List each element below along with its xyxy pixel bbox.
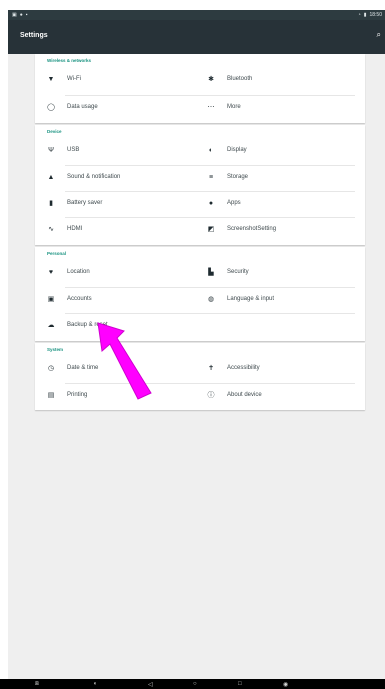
status-bar: ▣ ● ▪ ◔ ▮ 18:50 [8,10,385,20]
photo-icon: ▣ [12,12,17,18]
info-icon: ⓘ [207,392,215,399]
lock-icon: ▙ [208,269,214,276]
battery-icon: ▮ [49,200,53,207]
battery-icon: ▮ [363,12,367,18]
section-system: System ◷ Date & time ✝ Accessibility ▤ P… [35,343,365,410]
settings-item-label: Accounts [67,296,92,302]
settings-item-label: Bluetooth [227,76,253,82]
status-left: ▣ ● ▪ [12,12,28,18]
clock-icon: ◷ [47,365,55,372]
recents-icon[interactable]: □ [238,681,242,687]
settings-item-label: Printing [67,392,88,398]
status-right: ◔ ▮ 18:50 [358,12,382,18]
storage-icon: ≡ [208,174,214,181]
settings-item-label: Location [67,269,90,275]
settings-item-label: Date & time [67,365,99,371]
usb-icon: Ψ [48,147,54,154]
section-header-device: Device [47,129,62,134]
divider [65,165,355,166]
settings-item-label: Display [227,147,247,153]
bell-icon: ▲ [47,174,55,181]
magenta-arrow-icon [97,322,152,400]
settings-item-label: USB [67,147,80,153]
globe-icon: ◍ [207,296,215,303]
navigation-bar: ⧈ ◖ ◁ ○ □ ◉ [0,679,385,689]
settings-item-label: ScreenshotSetting [227,226,277,232]
divider [65,287,355,288]
settings-item-label: Apps [227,200,241,206]
back-icon[interactable]: ◁ [148,681,153,688]
page-title: Settings [20,32,48,39]
settings-screen: ▣ ● ▪ ◔ ▮ 18:50 Settings ⌕ Wireless & ne… [8,10,385,679]
wifi-icon: ▼ [47,76,55,83]
settings-item-label: Accessibility [227,365,260,371]
more-icon: ⋯ [207,104,215,111]
section-header-wireless: Wireless & networks [47,58,91,63]
section-header-system: System [47,347,64,352]
volume-up-icon[interactable]: ◉ [283,681,288,688]
section-device: Device Ψ USB ◐ Display ▲ Sound & notific… [35,125,365,245]
section-wireless-networks: Wireless & networks ▼ Wi-Fi ✱ Bluetooth … [35,54,365,123]
search-icon[interactable]: ⌕ [377,30,381,40]
settings-item-label: Data usage [67,104,98,110]
settings-item-label: Sound & notification [67,174,121,180]
android-icon: ● [208,200,214,207]
notification-icon: ▪ [25,12,28,18]
action-bar: Settings ⌕ [8,20,385,54]
bluetooth-icon: ✱ [208,76,214,83]
settings-item-label: Battery saver [67,200,103,206]
settings-item-label: HDMI [67,226,83,232]
account-icon: ▣ [47,296,55,303]
settings-item-label: Language & input [227,296,275,302]
settings-item-label: About device [227,392,262,398]
hdmi-icon: ∿ [48,226,54,233]
display-icon: ◐ [208,147,214,154]
divider [65,313,355,314]
divider [65,217,355,218]
clock-text: 18:50 [369,12,382,18]
screenshot-icon[interactable]: ⧈ [35,681,39,688]
section-header-personal: Personal [47,251,67,256]
data-usage-icon: ◯ [47,104,55,111]
settings-item-label: More [227,104,241,110]
screenshot-icon: ◩ [207,226,215,233]
location-pin-icon: ♥ [48,269,54,276]
wifi-icon: ◔ [357,12,361,18]
printer-icon: ▤ [47,392,55,399]
settings-item-label: Storage [227,174,249,180]
volume-down-icon[interactable]: ◖ [93,681,97,687]
cloud-upload-icon: ☁ [47,322,55,329]
divider [65,95,355,96]
settings-item-label: Wi-Fi [67,76,81,82]
home-icon[interactable]: ○ [193,681,197,687]
accessibility-icon: ✝ [208,365,214,372]
alert-icon: ● [19,12,23,18]
section-personal: Personal ♥ Location ▙ Security ▣ Account… [35,247,365,341]
divider [65,191,355,192]
settings-item-label: Security [227,269,249,275]
